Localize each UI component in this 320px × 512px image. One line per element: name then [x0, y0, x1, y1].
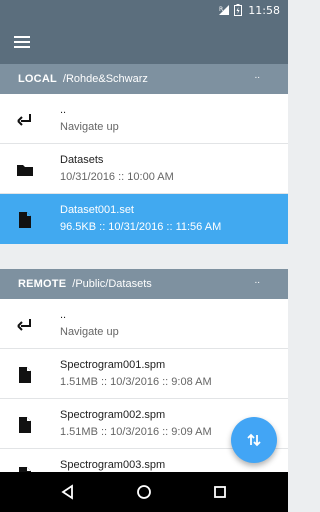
menu-icon[interactable] — [8, 30, 36, 54]
remote-label: REMOTE — [18, 278, 67, 290]
row-subtitle: Navigate up — [60, 326, 119, 338]
file-icon — [19, 417, 31, 433]
home-button[interactable] — [124, 472, 164, 512]
local-more-button[interactable]: .. — [254, 70, 260, 81]
row-subtitle: 96.5KB :: 10/31/2016 :: 11:56 AM — [60, 221, 222, 233]
back-triangle-icon — [61, 484, 73, 500]
app-bar — [0, 20, 288, 64]
back-button[interactable] — [48, 472, 88, 512]
local-file-list: .. Navigate up Datasets 10/31/2016 :: 10… — [0, 94, 288, 244]
status-bar: R 11:58 — [0, 0, 288, 20]
row-title: Dataset001.set — [60, 204, 134, 216]
svg-text:R: R — [219, 6, 223, 13]
recents-square-icon — [214, 486, 226, 498]
row-subtitle: 10/31/2016 :: 10:00 AM — [60, 171, 174, 183]
status-time: 11:58 — [248, 3, 280, 17]
file-icon — [19, 367, 31, 383]
local-label: LOCAL — [18, 73, 57, 85]
return-icon — [17, 114, 31, 126]
signal-icon: R — [219, 5, 230, 15]
remote-section-header: REMOTE /Public/Datasets .. — [0, 269, 288, 299]
row-title: Spectrogram003.spm — [60, 459, 166, 471]
row-subtitle: 1.51MB :: 10/3/2016 :: 9:09 AM — [60, 426, 212, 438]
row-title: .. — [60, 104, 67, 116]
row-title: .. — [60, 309, 67, 321]
return-icon — [17, 319, 31, 331]
swap-vertical-icon — [247, 433, 261, 447]
local-section-header: LOCAL /Rohde&Schwarz .. — [0, 64, 288, 94]
remote-navigate-up-row[interactable]: .. Navigate up — [0, 299, 288, 349]
local-path: /Rohde&Schwarz — [62, 73, 148, 85]
remote-file-row[interactable]: Spectrogram001.spm 1.51MB :: 10/3/2016 :… — [0, 349, 288, 399]
remote-file-list: .. Navigate up Spectrogram001.spm 1.51MB… — [0, 299, 288, 499]
remote-more-button[interactable]: .. — [254, 275, 260, 286]
folder-icon — [17, 165, 33, 176]
battery-icon — [234, 4, 243, 16]
system-nav-bar — [0, 472, 288, 512]
row-subtitle: 1.51MB :: 10/3/2016 :: 9:08 AM — [60, 376, 212, 388]
row-title: Spectrogram001.spm — [60, 359, 166, 371]
row-title: Datasets — [60, 154, 104, 166]
local-file-row-selected[interactable]: Dataset001.set 96.5KB :: 10/31/2016 :: 1… — [0, 194, 288, 244]
row-subtitle: Navigate up — [60, 121, 119, 133]
file-icon — [19, 212, 31, 228]
local-navigate-up-row[interactable]: .. Navigate up — [0, 94, 288, 144]
recents-button[interactable] — [200, 472, 240, 512]
home-circle-icon — [137, 485, 151, 499]
remote-path: /Public/Datasets — [72, 278, 152, 290]
local-folder-row-datasets[interactable]: Datasets 10/31/2016 :: 10:00 AM — [0, 144, 288, 194]
row-title: Spectrogram002.spm — [60, 409, 166, 421]
transfer-fab[interactable] — [231, 417, 277, 463]
